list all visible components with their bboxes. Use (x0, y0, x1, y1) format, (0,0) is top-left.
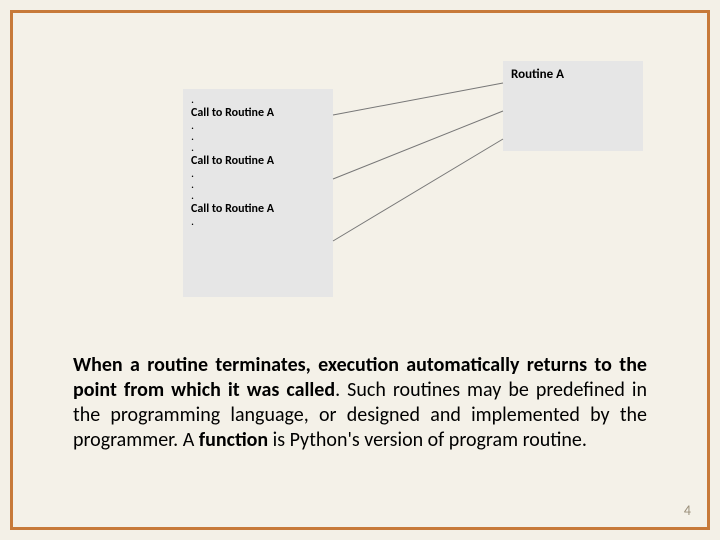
routine-diagram: Routine A . Call to Routine A . . . Call… (183, 61, 643, 301)
body-paragraph: When a routine terminates, execution aut… (73, 353, 647, 453)
slide-frame: Routine A . Call to Routine A . . . Call… (10, 10, 710, 530)
function-word: function (199, 428, 268, 452)
sentence-end: is Python's version of program routine. (268, 428, 587, 452)
call-arrows (183, 61, 643, 301)
page-number: 4 (684, 502, 691, 519)
